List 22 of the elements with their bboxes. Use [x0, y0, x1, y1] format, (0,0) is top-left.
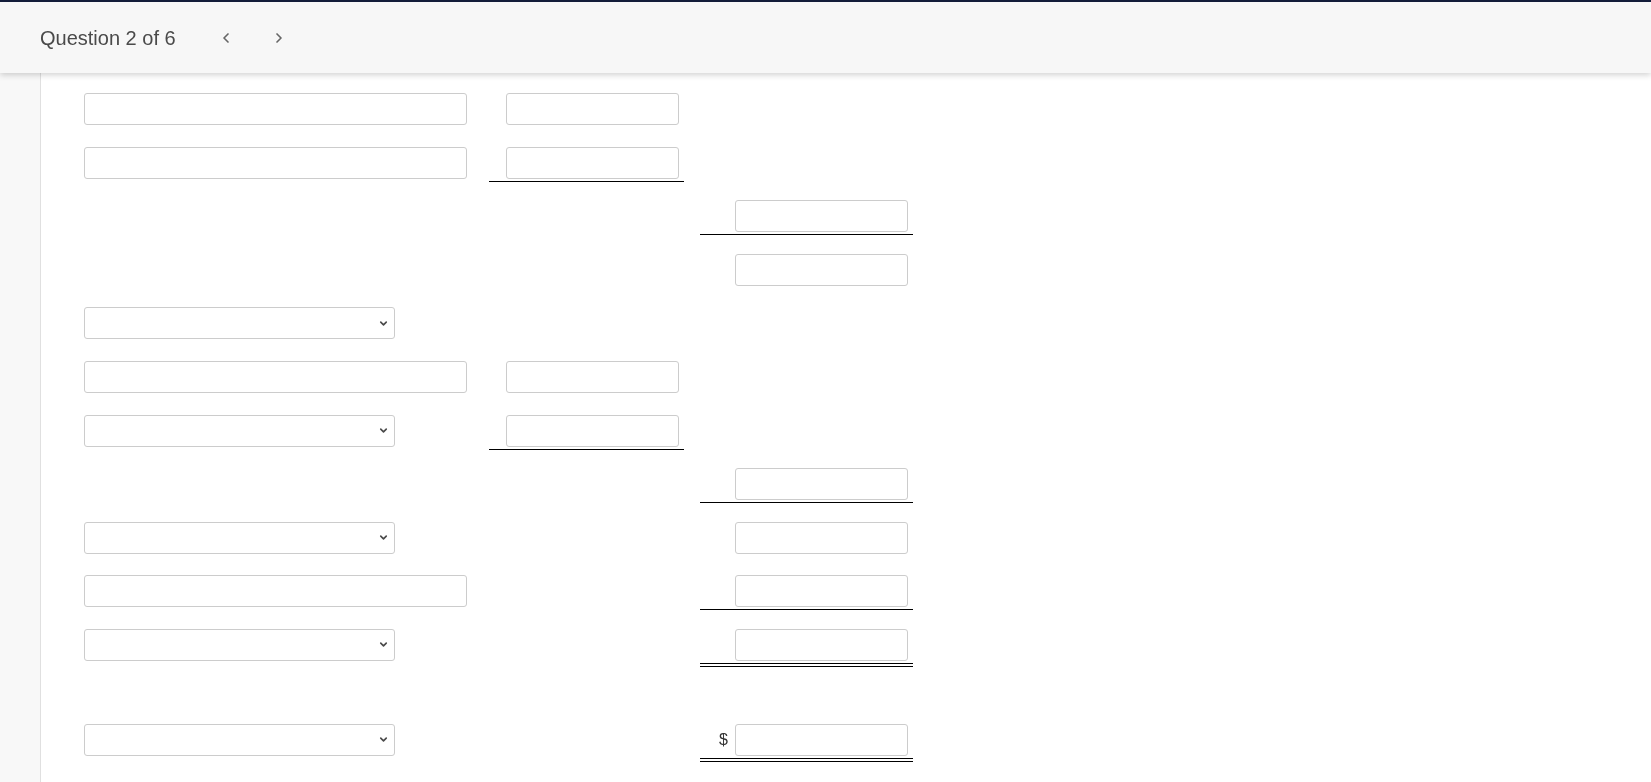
input-field[interactable] [735, 468, 908, 501]
input-field[interactable] [506, 93, 679, 125]
input-field[interactable] [506, 414, 679, 447]
question-counter: Question 2 of 6 [40, 27, 176, 48]
input-field[interactable] [735, 521, 908, 554]
input-field[interactable] [84, 360, 467, 393]
input-field[interactable] [506, 146, 679, 179]
dropdown-field[interactable] [84, 521, 395, 554]
input-field[interactable] [84, 146, 467, 179]
dropdown-field[interactable] [84, 414, 395, 447]
input-field[interactable] [735, 628, 908, 661]
dropdown-field[interactable] [84, 723, 395, 756]
input-field[interactable] [735, 253, 908, 286]
input-field[interactable] [506, 360, 679, 393]
input-field[interactable] [735, 575, 908, 608]
currency-symbol: $ [719, 731, 728, 748]
input-field[interactable] [84, 575, 467, 608]
input-field[interactable] [84, 93, 467, 125]
dropdown-field[interactable] [84, 628, 395, 661]
dropdown-field[interactable] [84, 307, 395, 340]
input-field[interactable] [735, 723, 908, 756]
input-field[interactable] [735, 200, 908, 233]
